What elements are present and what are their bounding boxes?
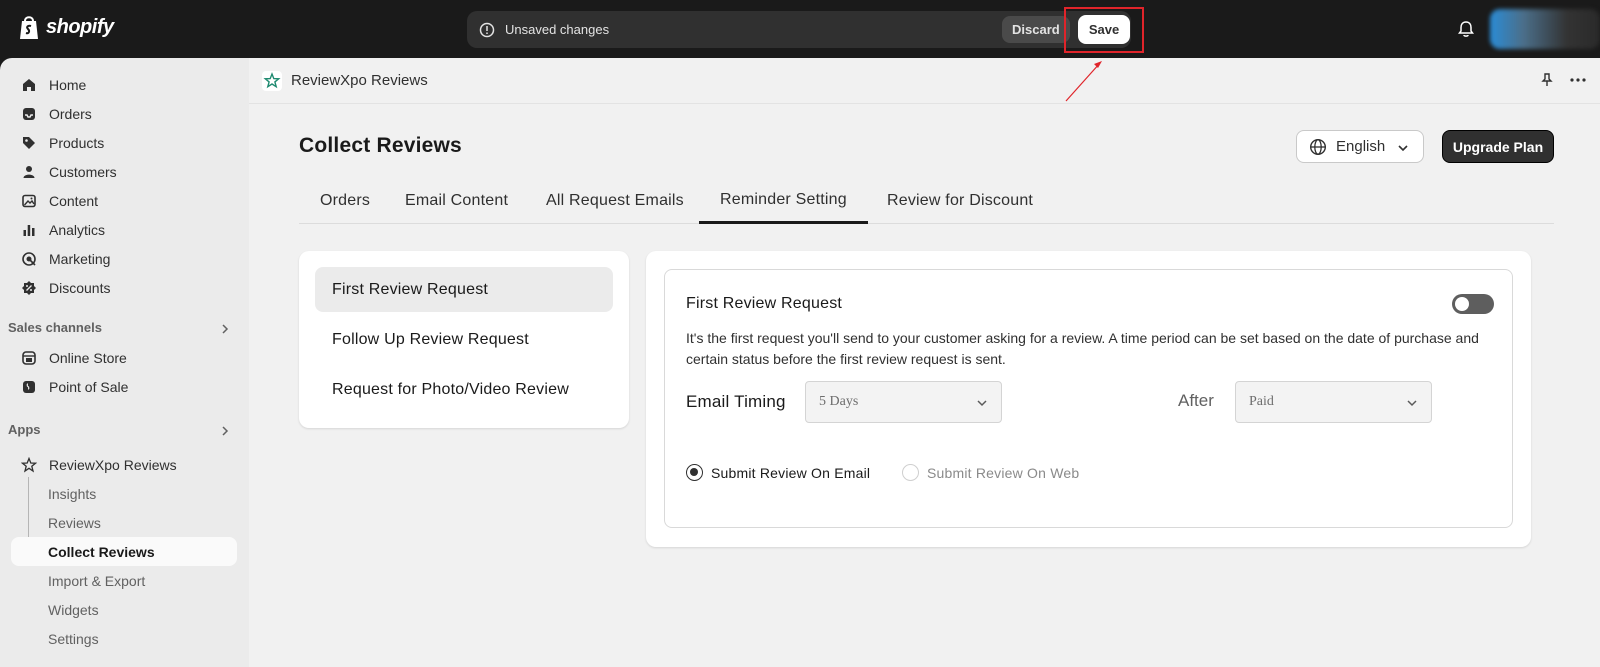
radio-submit-email[interactable]: Submit Review On Email: [686, 464, 870, 481]
radio-label-web: Submit Review On Web: [927, 464, 1080, 481]
sidebar-subitem-collect-reviews[interactable]: Collect Reviews: [11, 537, 237, 566]
sidebar-item-label: Content: [49, 192, 99, 209]
request-settings-panel: First Review Request It's the first requ…: [664, 269, 1513, 528]
tab-bar: Orders Email Content All Request Emails …: [299, 178, 1554, 224]
bar-chart-icon: [21, 222, 37, 238]
sidebar-item-label: Orders: [49, 105, 92, 122]
sidebar-item-marketing[interactable]: Marketing: [11, 244, 237, 273]
sidebar-item-label: ReviewXpo Reviews: [49, 456, 177, 473]
page-title: Collect Reviews: [299, 134, 462, 157]
radio-button-unchecked[interactable]: [902, 464, 919, 481]
sidebar-item-customers[interactable]: Customers: [11, 157, 237, 186]
discard-button[interactable]: Discard: [1002, 16, 1070, 43]
image-icon: [21, 193, 37, 209]
sidebar-item-label: Point of Sale: [49, 378, 129, 395]
radio-label-email: Submit Review On Email: [711, 464, 871, 481]
sidebar-item-label: Products: [49, 134, 105, 151]
sidebar-item-discounts[interactable]: Discounts: [11, 273, 237, 302]
discount-icon: [21, 280, 37, 296]
save-button[interactable]: Save: [1078, 15, 1130, 44]
chevron-right-icon[interactable]: [220, 324, 230, 334]
sidebar: Home Orders Products Customers Content A…: [0, 58, 249, 667]
tag-icon: [21, 135, 37, 151]
sidebar-item-online-store[interactable]: Online Store: [11, 343, 237, 372]
pos-icon: [21, 379, 37, 395]
tab-review-for-discount[interactable]: Review for Discount: [866, 178, 1054, 224]
person-icon: [21, 164, 37, 180]
radio-button-checked[interactable]: [686, 464, 703, 481]
sidebar-item-label: Customers: [49, 163, 117, 180]
sidebar-item-products[interactable]: Products: [11, 128, 237, 157]
sidebar-item-label: Online Store: [49, 349, 127, 366]
chevron-down-icon: [977, 400, 987, 407]
sidebar-item-label: Analytics: [49, 221, 106, 238]
more-horizontal-icon[interactable]: [1569, 72, 1587, 88]
request-title: First Review Request: [686, 295, 843, 312]
main-content: ReviewXpo Reviews Collect Reviews Englis…: [249, 58, 1600, 667]
email-timing-value: 5 Days: [819, 394, 859, 409]
sidebar-item-point-of-sale[interactable]: Point of Sale: [11, 372, 237, 401]
request-detail-card: First Review Request It's the first requ…: [646, 251, 1531, 547]
request-item-follow-up[interactable]: Follow Up Review Request: [315, 317, 613, 362]
shopify-wordmark: shopify: [46, 15, 114, 38]
shopify-bag-icon: [20, 16, 38, 39]
shopify-logo[interactable]: shopify: [18, 14, 114, 40]
globe-icon: [1309, 138, 1327, 155]
sidebar-item-label: Discounts: [49, 279, 111, 296]
bell-icon[interactable]: [1456, 19, 1476, 39]
store-icon: [21, 350, 37, 366]
sidebar-subitem-insights[interactable]: Insights: [11, 479, 237, 508]
after-label: After: [1178, 391, 1214, 410]
sidebar-item-content[interactable]: Content: [11, 186, 237, 215]
apps-heading: Apps: [8, 422, 41, 437]
tab-email-content[interactable]: Email Content: [384, 178, 529, 224]
email-timing-select[interactable]: 5 Days: [805, 381, 1002, 423]
email-timing-label: Email Timing: [686, 392, 786, 411]
request-description: It's the first request you'll send to yo…: [686, 330, 1479, 367]
unsaved-changes-label: Unsaved changes: [505, 22, 610, 37]
target-icon: [21, 251, 37, 267]
request-enable-toggle[interactable]: [1452, 294, 1494, 314]
language-value: English: [1336, 138, 1386, 155]
upgrade-plan-button[interactable]: Upgrade Plan: [1442, 130, 1554, 163]
sidebar-item-home[interactable]: Home: [11, 70, 237, 99]
unsaved-changes-bar: Unsaved changes Discard Save: [467, 11, 1131, 48]
pin-icon[interactable]: [1539, 72, 1555, 88]
request-item-first[interactable]: First Review Request: [315, 267, 613, 312]
sidebar-subitem-settings[interactable]: Settings: [11, 624, 237, 653]
chevron-right-icon[interactable]: [220, 426, 230, 436]
app-title: ReviewXpo Reviews: [291, 72, 428, 89]
tab-orders[interactable]: Orders: [299, 178, 391, 224]
chevron-down-icon: [1407, 400, 1417, 407]
app-header: ReviewXpo Reviews: [249, 58, 1600, 104]
chevron-down-icon: [1398, 145, 1408, 152]
radio-submit-web[interactable]: Submit Review On Web: [902, 464, 1079, 481]
sidebar-subitem-import-export[interactable]: Import & Export: [11, 566, 237, 595]
sidebar-item-label: Marketing: [49, 250, 111, 267]
after-status-value: Paid: [1249, 394, 1274, 409]
sidebar-item-orders[interactable]: Orders: [11, 99, 237, 128]
request-item-photo-video[interactable]: Request for Photo/Video Review: [315, 367, 613, 412]
sidebar-item-analytics[interactable]: Analytics: [11, 215, 237, 244]
language-select[interactable]: English: [1296, 130, 1424, 163]
account-avatar[interactable]: [1490, 9, 1600, 49]
after-status-select[interactable]: Paid: [1235, 381, 1432, 423]
toggle-knob: [1455, 297, 1469, 311]
home-icon: [21, 77, 37, 93]
sidebar-subitem-reviews[interactable]: Reviews: [11, 508, 237, 537]
sidebar-item-label: Home: [49, 76, 87, 93]
sales-channels-heading: Sales channels: [8, 320, 102, 335]
inbox-icon: [21, 106, 37, 122]
reviewxpo-star-icon: [21, 456, 37, 473]
tab-reminder-setting[interactable]: Reminder Setting: [699, 178, 868, 224]
request-list-card: First Review Request Follow Up Review Re…: [299, 251, 629, 428]
sidebar-subitem-widgets[interactable]: Widgets: [11, 595, 237, 624]
reviewxpo-logo-icon: [262, 70, 282, 91]
sidebar-item-reviewxpo[interactable]: ReviewXpo Reviews: [11, 450, 237, 479]
alert-circle-icon: [479, 22, 495, 37]
top-bar: shopify Unsaved changes Discard Save: [0, 0, 1600, 58]
tab-all-request-emails[interactable]: All Request Emails: [525, 178, 705, 224]
